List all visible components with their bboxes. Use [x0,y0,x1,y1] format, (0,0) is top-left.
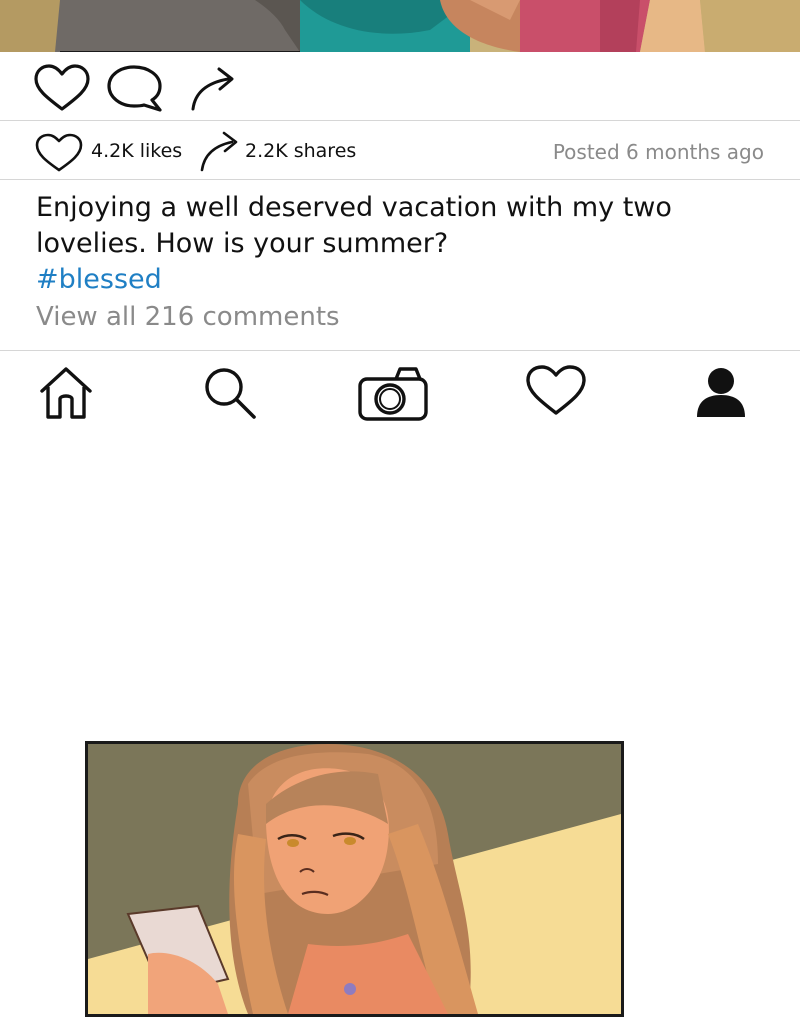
likes-count[interactable]: 4.2K likes [91,140,182,162]
comment-bubble-icon[interactable] [104,63,166,115]
bottom-nav [0,351,800,431]
heart-icon[interactable] [34,132,84,174]
post-timestamp: Posted 6 months ago [552,140,764,164]
post-actions [0,53,800,120]
post-stats: 4.2K likes 2.2K shares Posted 6 months a… [0,121,800,179]
home-icon[interactable] [36,363,96,423]
camera-icon[interactable] [356,363,430,423]
post-image[interactable] [0,0,800,52]
heart-icon[interactable] [524,363,588,419]
shares-count[interactable]: 2.2K shares [245,140,356,162]
comic-panel-illustration [85,741,624,1017]
share-arrow-icon[interactable] [188,63,240,115]
view-comments-link[interactable]: View all 216 comments [36,299,340,335]
divider [0,179,800,180]
post-caption: Enjoying a well deserved vacation with m… [36,192,672,259]
profile-icon[interactable] [694,363,748,423]
hashtag-link[interactable]: #blessed [36,262,162,298]
search-icon[interactable] [200,363,260,423]
share-arrow-icon[interactable] [198,128,242,174]
heart-icon[interactable] [32,63,92,115]
